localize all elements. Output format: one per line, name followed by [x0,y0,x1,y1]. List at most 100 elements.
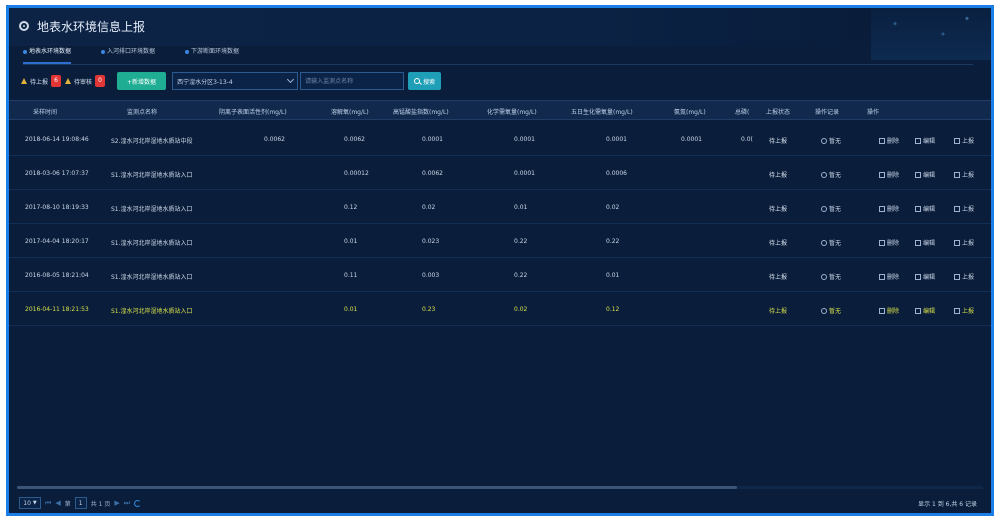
cell-sample-time: 2016-04-11 18:21:53 [25,306,89,313]
page-size-select[interactable]: 10 ▼ [19,497,41,509]
col-cod[interactable]: 化学需氧量(mg/L) [487,107,537,116]
report-button[interactable]: 上报 [954,238,974,247]
operation-record-button-label: 暂无 [829,308,842,315]
next-page-icon[interactable]: ▶ [114,499,119,507]
operation-record-button[interactable]: 暂无 [821,136,841,145]
table-row[interactable]: 2016-08-05 18:21:04 S1.湟水河北岸湿地水质站入口 0.11 0.… [9,258,991,292]
edit-button-label: 编辑 [923,138,936,145]
status-badge: 待上报 [769,240,788,247]
prev-page-icon[interactable]: ◀ [55,499,60,507]
cell-bod5: 0.02 [606,204,620,211]
delete-button-label: 删除 [887,274,900,281]
col-sample-time[interactable]: 采样时间 [33,107,57,116]
edit-icon [915,171,921,178]
delete-button[interactable]: 删除 [879,238,899,247]
table-row[interactable]: 2017-08-10 18:19:33 S1.湟水河北岸湿地水质站入口 0.12 0.… [9,190,991,224]
cell-total-phosphorus: 0.0( [741,136,753,143]
tab-surface-water[interactable]: 地表水环境数据 [23,46,72,64]
page-number-input[interactable]: 1 [74,497,87,509]
history-icon [821,137,827,144]
history-icon [821,307,827,314]
report-button[interactable]: 上报 [954,170,974,179]
col-operations[interactable]: 操作 [867,107,879,116]
trash-icon [879,205,885,212]
col-anionic-surfactant[interactable]: 阴离子表面活性剂(mg/L) [219,107,287,116]
search-input[interactable] [300,72,405,90]
table-row[interactable]: 2016-04-11 18:21:53 S1.湟水河北岸湿地水质站入口 0.01 0.… [9,292,991,326]
table-row[interactable]: 2018-06-14 19:08:46 S2.湟水河北岸湿地水质站中段 0.0062… [9,122,991,156]
tab-downstream[interactable]: 下游断面环境数据 [185,46,239,64]
table-row[interactable]: 2018-03-06 17:07:37 S1.湟水河北岸湿地水质站入口 0.0001… [9,156,991,190]
edit-button[interactable]: 编辑 [915,136,935,145]
delete-button[interactable]: 删除 [879,136,899,145]
refresh-icon[interactable] [134,499,142,507]
col-total-phosphorus[interactable]: 总磷( [735,107,749,116]
delete-button[interactable]: 删除 [879,306,899,315]
col-operation-log[interactable]: 操作记录 [815,107,839,116]
cell-bod5: 0.0001 [606,136,627,143]
upload-icon [954,239,960,246]
col-permanganate-index[interactable]: 高锰酸盐指数(mg/L) [393,107,449,116]
cell-cod: 0.01 [514,204,528,211]
last-page-icon[interactable]: ⏭ [124,499,130,508]
status-badge: 待上报 [769,138,788,145]
history-icon [821,171,827,178]
report-button[interactable]: 上报 [954,272,974,281]
upload-icon [954,205,960,212]
horizontal-scrollbar[interactable] [17,486,983,489]
pending-count-badge[interactable]: 6 [51,75,62,87]
operation-record-button[interactable]: 暂无 [821,170,841,179]
operation-record-button[interactable]: 暂无 [821,272,841,281]
review-count-badge[interactable]: 0 [95,75,106,87]
delete-button-label: 删除 [887,172,900,179]
tab-bar: 地表水环境数据 入河排口环境数据 下游断面环境数据 [23,46,239,64]
cell-site-name: S2.湟水河北岸湿地水质站中段 [111,138,193,145]
report-button[interactable]: 上报 [954,204,974,213]
edit-button-label: 编辑 [923,274,936,281]
cell-sample-time: 2017-08-10 18:19:33 [25,204,89,211]
toolbar: 待上报 6 待审核 0 +新增数据 西宁湟水分区3-13-4 搜索 [21,70,442,92]
operation-record-button[interactable]: 暂无 [821,204,841,213]
edit-button[interactable]: 编辑 [915,272,935,281]
status-badge: 待上报 [769,308,788,315]
operation-record-button[interactable]: 暂无 [821,238,841,247]
operation-record-button[interactable]: 暂无 [821,306,841,315]
edit-button[interactable]: 编辑 [915,238,935,247]
edit-button[interactable]: 编辑 [915,204,935,213]
edit-button[interactable]: 编辑 [915,306,935,315]
tab-divider [23,64,973,65]
report-button-label: 上报 [962,308,975,315]
edit-button-label: 编辑 [923,206,936,213]
cell-permanganate-index: 0.0062 [422,170,443,177]
report-button-label: 上报 [962,240,975,247]
search-icon [414,78,421,84]
cell-anionic-surfactant: 0.0062 [264,136,285,143]
tab-label: 下游断面环境数据 [191,48,240,55]
report-button[interactable]: 上报 [954,136,974,145]
search-button-label: 搜索 [423,78,436,86]
app-frame: 地表水环境信息上报 地表水环境数据 入河排口环境数据 下游断面环境数据 待上报 … [6,5,994,516]
cell-sample-time: 2017-04-04 18:20:17 [25,238,89,245]
table-row[interactable]: 2017-04-04 18:20:17 S1.湟水河北岸湿地水质站入口 0.01 0.… [9,224,991,258]
site-select[interactable]: 西宁湟水分区3-13-4 [172,72,299,90]
delete-button-label: 删除 [887,308,900,315]
cell-site-name: S1.湟水河北岸湿地水质站入口 [111,274,193,281]
col-site-name[interactable]: 监测点名称 [127,107,157,116]
scrollbar-thumb[interactable] [17,486,737,489]
report-button[interactable]: 上报 [954,306,974,315]
delete-button[interactable]: 删除 [879,272,899,281]
review-label: 待审核 [74,78,93,86]
col-bod5[interactable]: 五日生化需氧量(mg/L) [571,107,633,116]
edit-button[interactable]: 编辑 [915,170,935,179]
search-button[interactable]: 搜索 [408,72,442,90]
add-data-button[interactable]: +新增数据 [117,72,167,90]
col-dissolved-oxygen[interactable]: 溶解氧(mg/L) [331,107,369,116]
col-ammonia[interactable]: 氨氮(mg/L) [674,107,706,116]
col-report-status[interactable]: 上报状态 [766,107,790,116]
tab-outfall[interactable]: 入河排口环境数据 [101,46,155,64]
delete-button[interactable]: 删除 [879,170,899,179]
delete-button[interactable]: 删除 [879,204,899,213]
edit-button-label: 编辑 [923,172,936,179]
cell-cod: 0.22 [514,272,528,279]
first-page-icon[interactable]: ⏮ [45,499,51,508]
